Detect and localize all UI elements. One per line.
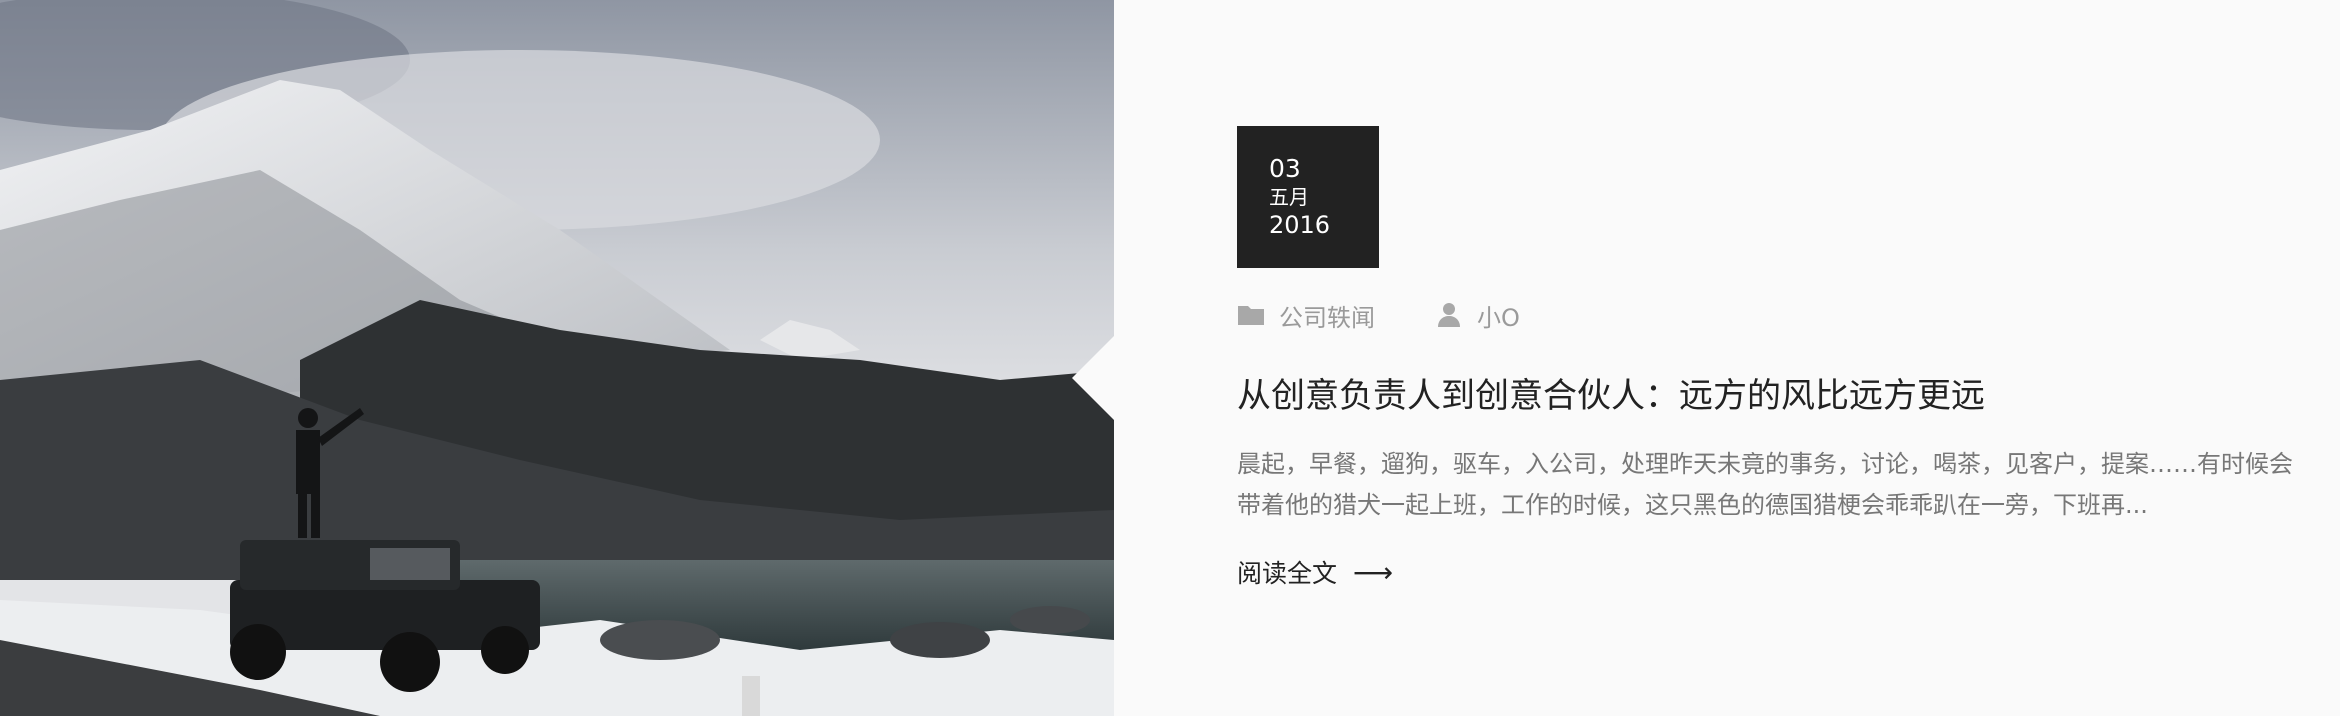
blog-post-card: 03 五月 2016 公司轶闻 小O 从创意负责人到创意合伙人：远方的风比远方更…	[0, 0, 2340, 716]
arrow-right-icon: ⟶	[1353, 555, 1394, 589]
post-category: 公司轶闻	[1279, 303, 1375, 332]
post-author-link[interactable]: 小O	[1435, 298, 1520, 333]
read-more-link[interactable]: 阅读全文 ⟶	[1237, 554, 1393, 590]
post-title[interactable]: 从创意负责人到创意合伙人：远方的风比远方更远	[1237, 374, 2307, 418]
date-day: 03	[1269, 154, 1301, 183]
post-content: 03 五月 2016 公司轶闻 小O 从创意负责人到创意合伙人：远方的风比远方更…	[1237, 126, 2307, 590]
post-author: 小O	[1477, 303, 1520, 332]
post-featured-image[interactable]	[0, 0, 1114, 716]
post-meta: 公司轶闻 小O	[1237, 298, 2307, 332]
read-more-label: 阅读全文	[1237, 559, 1338, 588]
post-category-link[interactable]: 公司轶闻	[1237, 298, 1375, 333]
image-pointer-notch	[1072, 336, 1114, 420]
date-year: 2016	[1269, 211, 1331, 239]
date-badge: 03 五月 2016	[1237, 126, 1379, 268]
post-excerpt: 晨起，早餐，遛狗，驱车，入公司，处理昨天未竟的事务，讨论，喝茶，见客户，提案………	[1237, 450, 2293, 519]
user-icon	[1435, 301, 1463, 329]
date-month: 五月	[1269, 185, 1309, 209]
folder-icon	[1237, 301, 1265, 329]
